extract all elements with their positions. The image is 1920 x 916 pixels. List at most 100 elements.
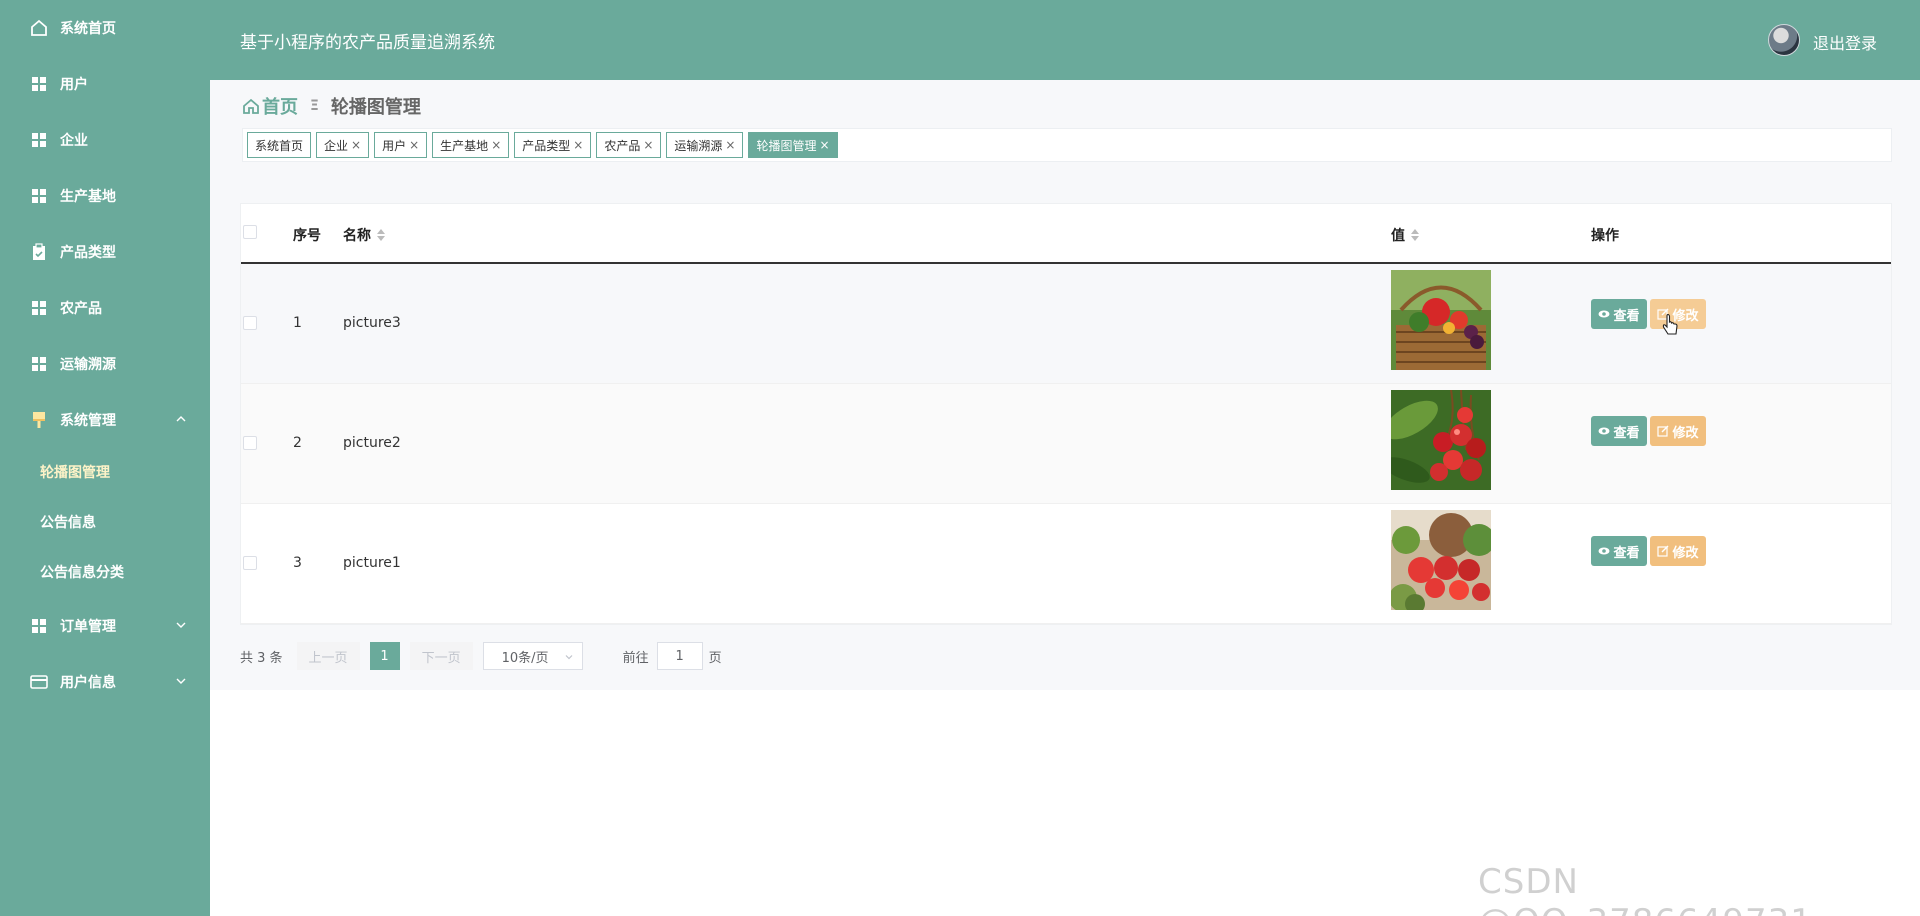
grid-icon	[30, 355, 48, 373]
sidebar-item-system-management[interactable]: 系统管理	[0, 400, 210, 440]
tag-agri-products[interactable]: 农产品 ×	[596, 132, 662, 158]
close-icon[interactable]: ×	[351, 138, 361, 152]
sort-icon[interactable]	[1411, 229, 1419, 241]
home-icon	[242, 97, 260, 115]
tag-product-type[interactable]: 产品类型 ×	[514, 132, 592, 158]
edit-button[interactable]: 修改	[1650, 536, 1706, 566]
sidebar-item-home[interactable]: 系统首页	[0, 8, 210, 48]
row-checkbox-cell	[243, 436, 257, 450]
tag-label: 生产基地	[440, 138, 489, 153]
page-size-select[interactable]: 10条/页	[482, 642, 583, 670]
sort-icon[interactable]	[377, 229, 385, 241]
sidebar-item-enterprise[interactable]: 企业	[0, 120, 210, 160]
sidebar-item-agri-products[interactable]: 农产品	[0, 288, 210, 328]
card-icon	[30, 673, 48, 691]
row-index: 2	[293, 435, 302, 451]
grid-icon	[30, 187, 48, 205]
sidebar-item-users[interactable]: 用户	[0, 64, 210, 104]
prev-page-button[interactable]: 上一页	[296, 642, 360, 670]
page-number-button[interactable]: 1	[369, 642, 400, 670]
close-icon[interactable]: ×	[409, 138, 419, 152]
grid-icon	[30, 75, 48, 93]
header-name[interactable]: 名称	[343, 225, 385, 245]
view-button[interactable]: 查看	[1591, 416, 1647, 446]
header-actions: 操作	[1591, 228, 1619, 244]
view-button-label: 查看	[1613, 425, 1640, 441]
select-all-checkbox[interactable]	[243, 225, 257, 239]
edit-button-label: 修改	[1672, 545, 1699, 561]
sidebar-item-production-base[interactable]: 生产基地	[0, 176, 210, 216]
app-title: 基于小程序的农产品质量追溯系统	[240, 33, 495, 53]
sidebar-item-label: 用户信息	[60, 675, 116, 691]
row-checkbox-cell	[243, 556, 257, 570]
tag-banner-management[interactable]: 轮播图管理 ×	[748, 132, 838, 158]
tag-home[interactable]: 系统首页	[247, 132, 312, 158]
image-cherries[interactable]	[1391, 390, 1491, 490]
view-button-label: 查看	[1613, 308, 1640, 324]
row-name: picture1	[343, 555, 401, 571]
view-button[interactable]: 查看	[1591, 299, 1647, 329]
row-index: 1	[293, 315, 302, 331]
pagination: 共 3 条 上一页 1 下一页 10条/页 前往 页	[240, 641, 722, 671]
tag-production-base[interactable]: 生产基地 ×	[432, 132, 510, 158]
view-button-label: 查看	[1613, 545, 1640, 561]
header-value[interactable]: 值	[1391, 225, 1419, 245]
home-icon	[30, 19, 48, 37]
row-checkbox[interactable]	[243, 316, 257, 330]
view-button[interactable]: 查看	[1591, 536, 1647, 566]
sidebar-item-label: 运输溯源	[60, 357, 116, 373]
tag-label: 用户	[382, 138, 407, 153]
eye-icon	[1598, 309, 1610, 319]
breadcrumb-home-label: 首页	[262, 97, 298, 118]
next-page-button[interactable]: 下一页	[409, 642, 473, 670]
sidebar-sub-announcements[interactable]: 公告信息	[0, 504, 210, 540]
tag-users[interactable]: 用户 ×	[374, 132, 428, 158]
sidebar-item-user-info[interactable]: 用户信息	[0, 662, 210, 702]
edit-button-label: 修改	[1672, 425, 1699, 441]
row-checkbox[interactable]	[243, 436, 257, 450]
close-icon[interactable]: ×	[643, 138, 653, 152]
sidebar-item-transport-trace[interactable]: 运输溯源	[0, 344, 210, 384]
row-checkbox[interactable]	[243, 556, 257, 570]
table-row: 2 picture2 查看 修改	[241, 384, 1891, 504]
tags-bar: 系统首页 企业 × 用户 × 生产基地 × 产品类型 × 农产品 × 运输溯源 × 轮播图管…	[242, 128, 1892, 162]
header-name-label: 名称	[343, 228, 371, 244]
breadcrumb-home[interactable]: 首页	[242, 93, 298, 119]
sidebar-item-order-management[interactable]: 订单管理	[0, 606, 210, 646]
brush-icon	[30, 411, 48, 429]
goto-page-input[interactable]	[656, 642, 703, 670]
pointer-cursor-icon	[1661, 313, 1679, 340]
close-icon[interactable]: ×	[573, 138, 583, 152]
sidebar-sub-banner-management[interactable]: 轮播图管理	[0, 454, 210, 490]
watermark: CSDN @QQ_3786649731	[1478, 862, 1812, 916]
sidebar-item-product-type[interactable]: 产品类型	[0, 232, 210, 272]
tag-label: 企业	[324, 138, 349, 153]
eye-icon	[1598, 426, 1610, 436]
table-header: 序号 名称 值 操作	[241, 204, 1891, 264]
close-icon[interactable]: ×	[820, 138, 830, 152]
tag-transport-trace[interactable]: 运输溯源 ×	[666, 132, 744, 158]
sidebar-sub-announcement-categories[interactable]: 公告信息分类	[0, 554, 210, 590]
row-name: picture2	[343, 435, 401, 451]
header-value-label: 值	[1391, 228, 1405, 244]
top-header: 基于小程序的农产品质量追溯系统 退出登录	[210, 0, 1920, 80]
sidebar-item-label: 系统管理	[60, 413, 116, 429]
close-icon[interactable]: ×	[491, 138, 501, 152]
sidebar-item-label: 企业	[60, 133, 88, 149]
page-size-value: 10条/页	[501, 650, 549, 666]
tag-enterprise[interactable]: 企业 ×	[316, 132, 370, 158]
image-tomatoes[interactable]	[1391, 510, 1491, 610]
pagination-total: 共 3 条	[240, 650, 283, 666]
logout-button[interactable]: 退出登录	[1813, 30, 1877, 54]
sidebar-item-label: 用户	[60, 77, 88, 93]
close-icon[interactable]: ×	[725, 138, 735, 152]
sidebar-item-label: 生产基地	[60, 189, 116, 205]
tag-label: 轮播图管理	[756, 138, 817, 153]
data-table: 序号 名称 值 操作 1 picture3 查看 修改 2 picture2 查…	[240, 203, 1892, 625]
avatar[interactable]	[1768, 24, 1800, 56]
clipboard-icon	[30, 243, 48, 261]
grid-icon	[30, 617, 48, 635]
tag-label: 农产品	[604, 138, 641, 153]
image-basket-vegetables[interactable]	[1391, 270, 1491, 370]
edit-button[interactable]: 修改	[1650, 416, 1706, 446]
